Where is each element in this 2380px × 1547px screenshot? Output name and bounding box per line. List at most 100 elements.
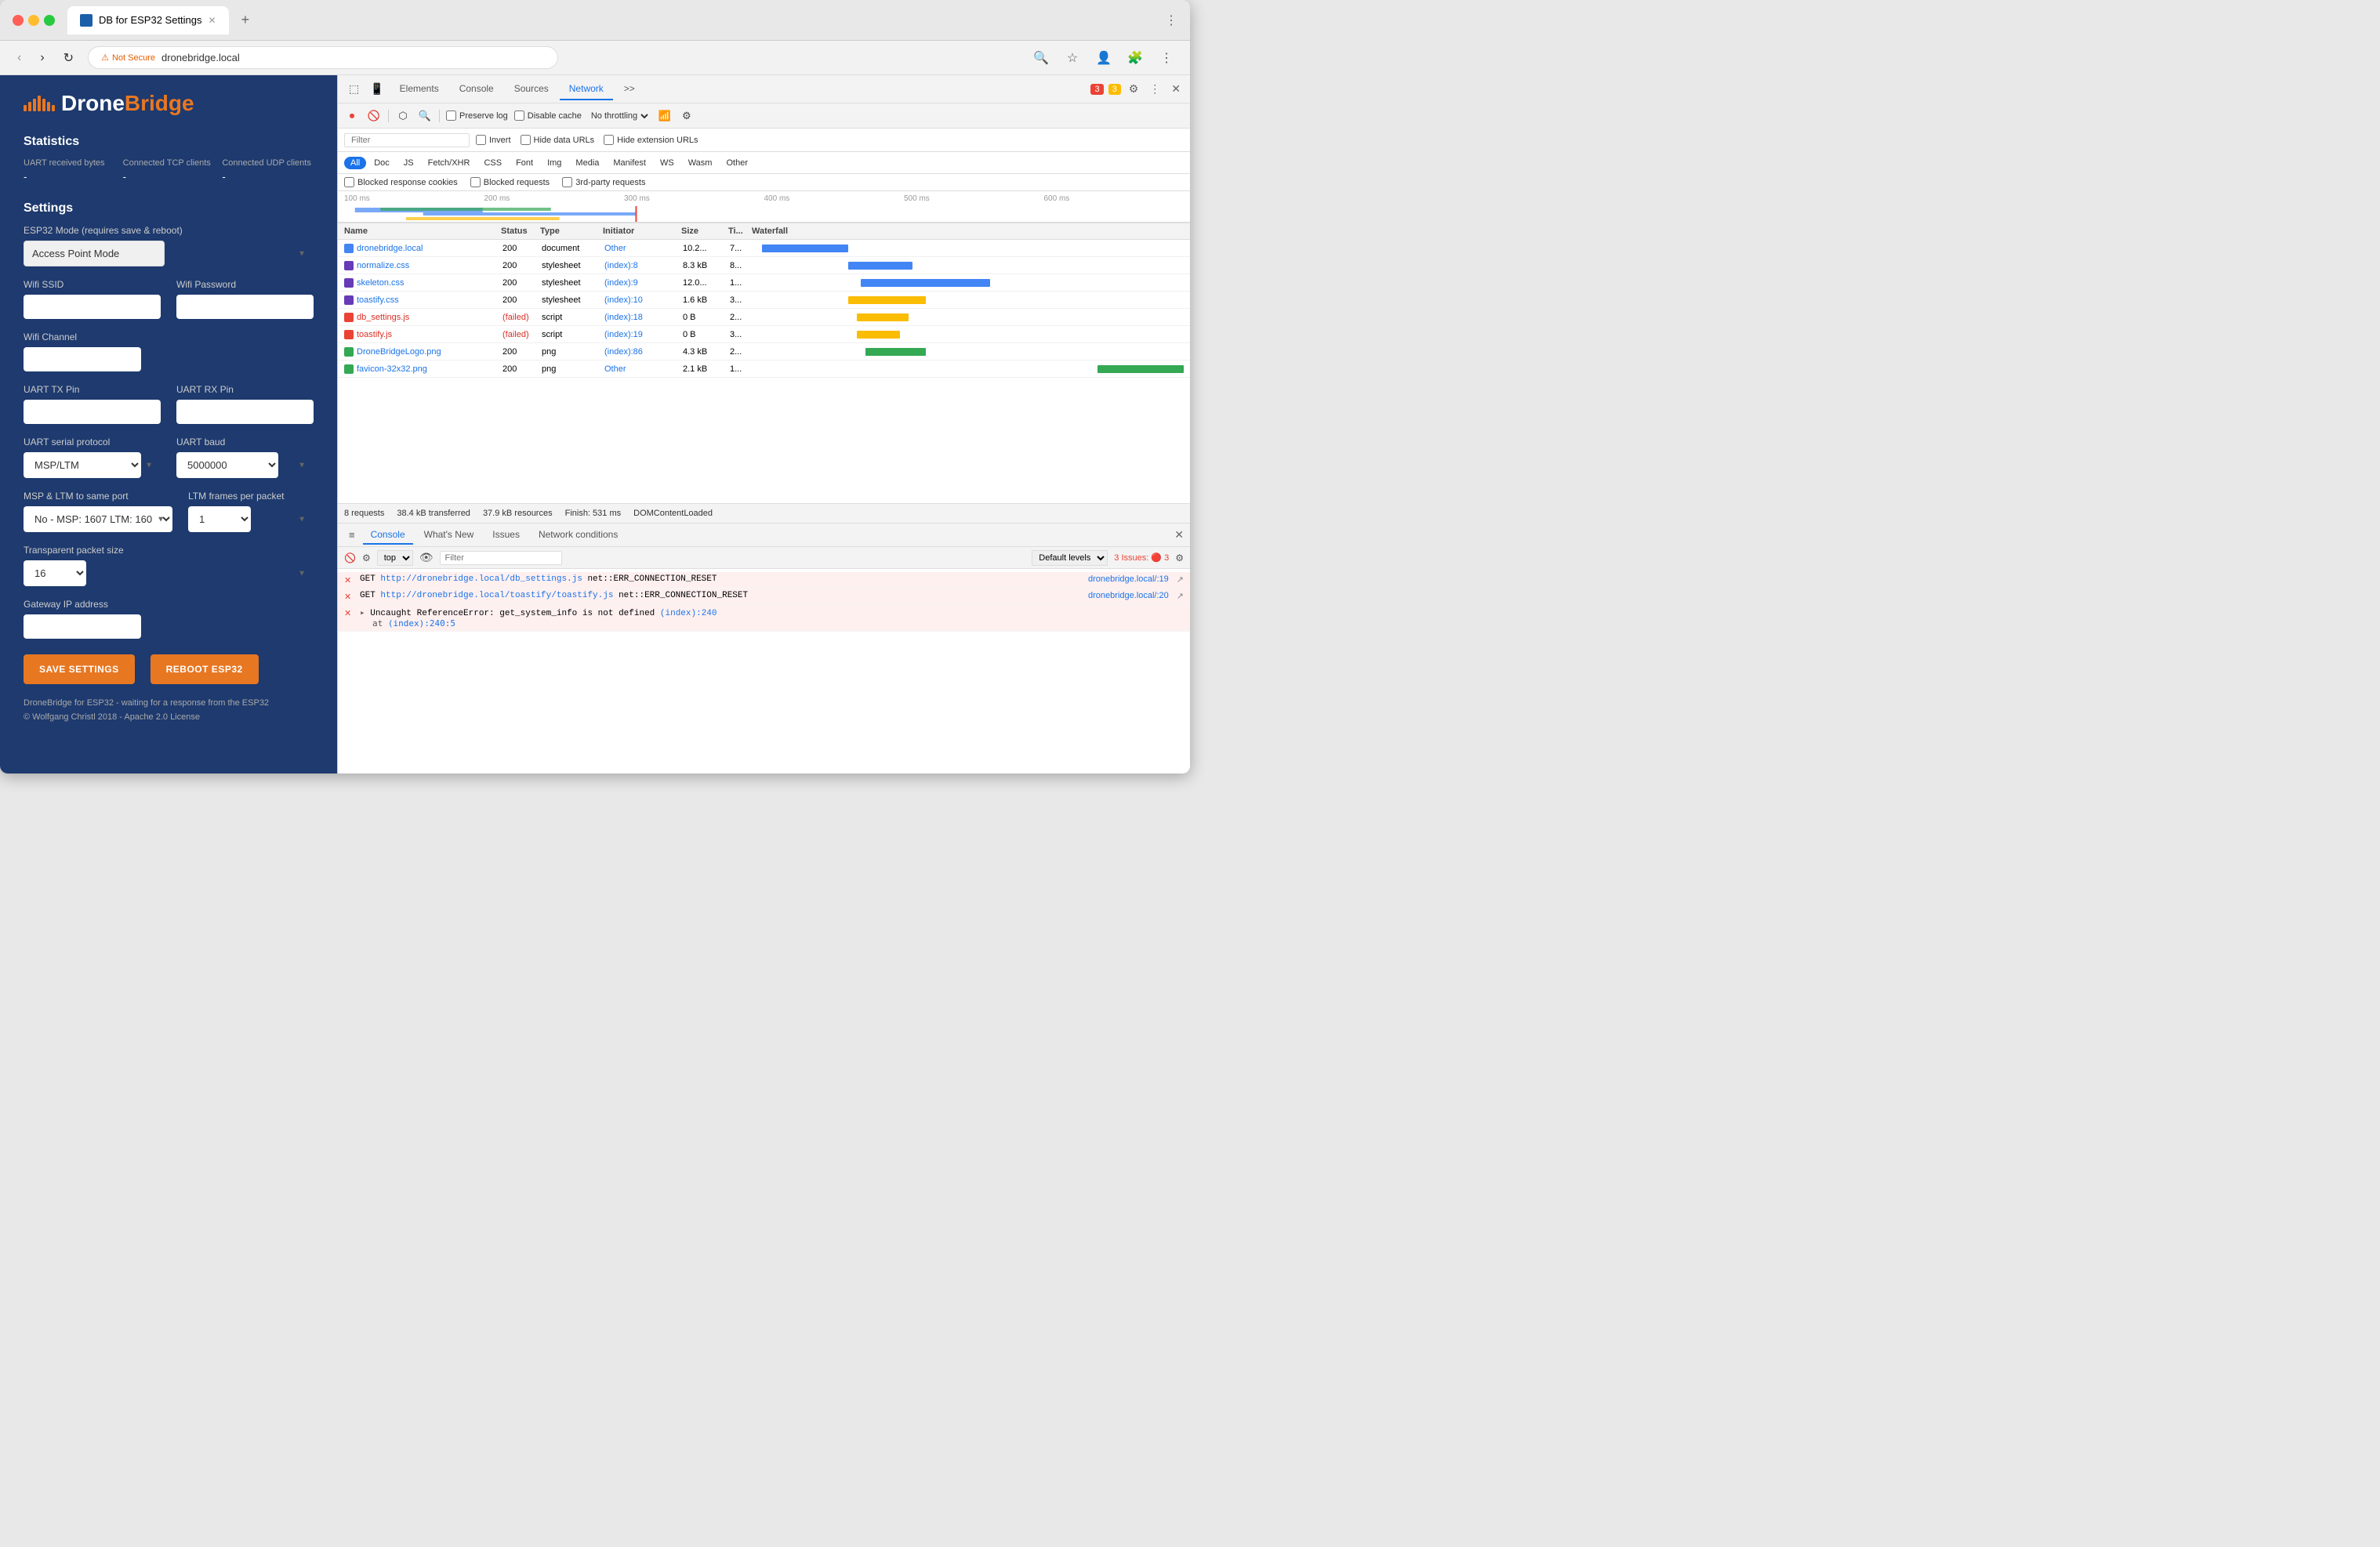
type-css[interactable]: CSS bbox=[477, 157, 508, 169]
entry-link-3[interactable]: (index):240:5 bbox=[388, 618, 455, 629]
uart-rx-input[interactable] bbox=[176, 400, 314, 424]
console-clear-icon[interactable]: 🚫 bbox=[344, 552, 356, 563]
entry-location-3[interactable]: (index):240 bbox=[660, 609, 717, 618]
table-row[interactable]: db_settings.js (failed) script (index):1… bbox=[338, 309, 1190, 326]
filter-icon[interactable]: ⬡ bbox=[395, 108, 411, 124]
tab-console[interactable]: Console bbox=[450, 78, 503, 100]
wifi-ssid-input[interactable] bbox=[24, 295, 161, 319]
devtools-close-icon[interactable]: ✕ bbox=[1168, 79, 1184, 99]
wifi-password-input[interactable] bbox=[176, 295, 314, 319]
type-manifest[interactable]: Manifest bbox=[607, 157, 652, 169]
type-font[interactable]: Font bbox=[510, 157, 539, 169]
third-party-checkbox[interactable] bbox=[562, 177, 572, 187]
ltm-frames-select[interactable]: 1 bbox=[188, 506, 251, 532]
search-network-icon[interactable]: 🔍 bbox=[417, 108, 433, 124]
tab-more[interactable]: >> bbox=[615, 78, 644, 100]
search-icon[interactable]: 🔍 bbox=[1030, 47, 1052, 69]
hide-data-urls-label[interactable]: Hide data URLs bbox=[521, 135, 595, 145]
context-select[interactable]: top bbox=[377, 550, 413, 566]
address-input[interactable]: ⚠ Not Secure dronebridge.local bbox=[88, 46, 558, 69]
console-tab-network-conditions[interactable]: Network conditions bbox=[531, 526, 626, 545]
hide-extension-urls-checkbox[interactable] bbox=[604, 135, 614, 145]
browser-more-icon[interactable]: ⋮ bbox=[1165, 13, 1177, 28]
type-other[interactable]: Other bbox=[720, 157, 754, 169]
kebab-menu-icon[interactable]: ⋮ bbox=[1146, 79, 1163, 99]
minimize-button[interactable] bbox=[28, 15, 39, 26]
blocked-requests-label[interactable]: Blocked requests bbox=[470, 177, 550, 187]
extension-icon[interactable]: 🧩 bbox=[1124, 47, 1146, 69]
preserve-log-checkbox[interactable] bbox=[446, 110, 456, 121]
wifi-channel-input[interactable] bbox=[24, 347, 141, 371]
close-button[interactable] bbox=[13, 15, 24, 26]
preserve-log-label[interactable]: Preserve log bbox=[446, 110, 508, 121]
invert-checkbox[interactable] bbox=[476, 135, 486, 145]
type-js[interactable]: JS bbox=[397, 157, 420, 169]
console-tab-whatsnew[interactable]: What's New bbox=[416, 526, 482, 545]
back-button[interactable]: ‹ bbox=[13, 48, 26, 68]
console-tab-console[interactable]: Console bbox=[363, 526, 413, 545]
maximize-button[interactable] bbox=[44, 15, 55, 26]
hide-extension-urls-label[interactable]: Hide extension URLs bbox=[604, 135, 698, 145]
profile-icon[interactable]: 👤 bbox=[1093, 47, 1115, 69]
record-icon[interactable]: ⏺ bbox=[344, 108, 360, 124]
hide-data-urls-checkbox[interactable] bbox=[521, 135, 531, 145]
tab-elements[interactable]: Elements bbox=[390, 78, 448, 100]
table-row[interactable]: dronebridge.local 200 document Other 10.… bbox=[338, 240, 1190, 257]
console-settings-icon[interactable]: ⚙ bbox=[362, 552, 371, 563]
throttle-select[interactable]: No throttling bbox=[588, 110, 651, 121]
col-size-header[interactable]: Size bbox=[681, 226, 728, 236]
expand-arrow[interactable]: ▸ bbox=[360, 609, 365, 618]
tab-sources[interactable]: Sources bbox=[505, 78, 558, 100]
eye-icon[interactable]: 👁 bbox=[419, 551, 434, 564]
tab-network[interactable]: Network bbox=[560, 78, 613, 100]
external-link-icon-2[interactable]: ↗ bbox=[1177, 591, 1184, 601]
entry-location-1[interactable]: dronebridge.local/:19 bbox=[1088, 574, 1169, 584]
settings-icon[interactable]: ⚙ bbox=[1126, 79, 1142, 99]
type-doc[interactable]: Doc bbox=[368, 157, 396, 169]
settings-network-icon[interactable]: ⚙ bbox=[679, 108, 695, 124]
save-settings-button[interactable]: SAVE SETTINGS bbox=[24, 654, 135, 684]
uart-baud-select[interactable]: 5000000 bbox=[176, 452, 278, 478]
new-tab-button[interactable]: + bbox=[235, 9, 256, 31]
table-row[interactable]: favicon-32x32.png 200 png Other 2.1 kB 1… bbox=[338, 360, 1190, 378]
table-row[interactable]: toastify.css 200 stylesheet (index):10 1… bbox=[338, 292, 1190, 309]
invert-label[interactable]: Invert bbox=[476, 135, 511, 145]
entry-link-2[interactable]: http://dronebridge.local/toastify/toasti… bbox=[380, 591, 613, 600]
col-waterfall-header[interactable]: Waterfall bbox=[752, 226, 1184, 236]
console-drawer-icon[interactable]: ≡ bbox=[344, 527, 360, 542]
inspector-icon[interactable]: ⬚ bbox=[344, 79, 364, 99]
default-levels-select[interactable]: Default levels bbox=[1032, 550, 1108, 566]
disable-cache-checkbox[interactable] bbox=[514, 110, 524, 121]
uart-tx-input[interactable] bbox=[24, 400, 161, 424]
entry-link-1[interactable]: http://dronebridge.local/db_settings.js bbox=[380, 574, 582, 584]
console-gear-icon[interactable]: ⚙ bbox=[1175, 552, 1184, 563]
console-filter-input[interactable] bbox=[440, 551, 562, 565]
entry-location-2[interactable]: dronebridge.local/:20 bbox=[1088, 591, 1169, 600]
third-party-label[interactable]: 3rd-party requests bbox=[562, 177, 645, 187]
console-tab-issues[interactable]: Issues bbox=[484, 526, 528, 545]
table-row[interactable]: normalize.css 200 stylesheet (index):8 8… bbox=[338, 257, 1190, 274]
table-row[interactable]: DroneBridgeLogo.png 200 png (index):86 4… bbox=[338, 343, 1190, 360]
uart-serial-select[interactable]: MSP/LTM bbox=[24, 452, 141, 478]
external-link-icon-1[interactable]: ↗ bbox=[1177, 574, 1184, 585]
browser-tab[interactable]: DB for ESP32 Settings ✕ bbox=[67, 6, 229, 34]
table-row[interactable]: skeleton.css 200 stylesheet (index):9 12… bbox=[338, 274, 1190, 292]
esp32-mode-select[interactable]: Access Point Mode bbox=[24, 241, 165, 266]
transparent-size-select[interactable]: 16 bbox=[24, 560, 86, 586]
menu-icon[interactable]: ⋮ bbox=[1156, 47, 1177, 69]
bookmark-icon[interactable]: ☆ bbox=[1061, 47, 1083, 69]
refresh-button[interactable]: ↻ bbox=[59, 47, 78, 69]
filter-input[interactable] bbox=[344, 133, 470, 147]
col-name-header[interactable]: Name bbox=[344, 226, 501, 236]
blocked-response-checkbox[interactable] bbox=[344, 177, 354, 187]
col-time-header[interactable]: Ti... bbox=[728, 226, 752, 236]
type-media[interactable]: Media bbox=[569, 157, 605, 169]
blocked-response-label[interactable]: Blocked response cookies bbox=[344, 177, 458, 187]
type-img[interactable]: Img bbox=[541, 157, 568, 169]
disable-cache-label[interactable]: Disable cache bbox=[514, 110, 582, 121]
forward-button[interactable]: › bbox=[35, 48, 49, 68]
console-close-icon[interactable]: ✕ bbox=[1174, 528, 1184, 542]
type-all[interactable]: All bbox=[344, 157, 366, 169]
tab-close-icon[interactable]: ✕ bbox=[209, 15, 216, 26]
blocked-requests-checkbox[interactable] bbox=[470, 177, 481, 187]
